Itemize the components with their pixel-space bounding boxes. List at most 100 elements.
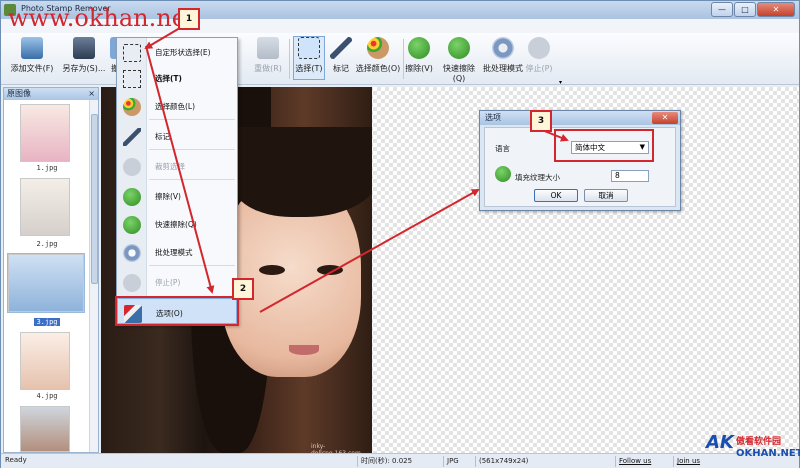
batch-mode-button[interactable]: 批处理模式 [483,37,523,74]
erase-run-icon [408,37,430,59]
menu-item-label: 擦除(V) [155,192,181,201]
dialog-close-button[interactable]: ✕ [652,112,678,124]
panel-close-icon[interactable]: × [88,88,95,100]
select-rect-icon [298,37,320,59]
select-color-button[interactable]: 选择颜色(O) [355,37,401,74]
erase-button[interactable]: 擦除(V) [405,37,433,74]
follow-us-link[interactable]: Follow us [615,456,669,467]
thumbnail-image[interactable] [20,332,70,390]
marker-button[interactable]: 标记 [329,37,353,74]
thumbnail-image[interactable] [20,178,70,236]
thumbnail-image[interactable] [20,104,70,162]
status-ready: Ready [5,456,27,464]
thumbnail-list: 1.jpg 2.jpg 3.jpg 4.jpg [4,100,90,452]
annotation-box-language [554,129,654,162]
thumbnail-label: 2.jpg [36,240,58,248]
toolbar-overflow-icon[interactable]: ▾ [559,79,562,86]
tools-menu: 自定形状选择(E) 选择(T) 选择颜色(L) 标记 裁剪选择 擦除(V) 快速… [115,37,239,326]
window-controls: — □ ✕ [711,2,795,17]
status-time: 时间(秒): 0.025 [357,456,439,467]
photo-eye [259,265,285,275]
ok-button[interactable]: OK [534,189,578,202]
menu-item-options[interactable]: 选项(O) [115,296,239,326]
quick-erase-label: 快速擦除(Q) [443,64,475,83]
save-as-icon [73,37,95,59]
brand-name-en: OKHAN.NET [736,448,800,459]
status-bar: Ready 时间(秒): 0.025 JPG (561x749x24) Foll… [1,453,799,468]
stop-button[interactable]: 停止(P) [525,37,553,74]
photo-mouth [289,345,319,355]
menu-item-freeform-select[interactable]: 自定形状选择(E) [117,38,237,66]
erase-run-icon [123,188,141,206]
redo-button[interactable]: 重做(R) [251,37,285,74]
quick-erase-icon [448,37,470,59]
menu-item-select-color[interactable]: 选择颜色(L) [117,92,237,120]
quick-erase-button[interactable]: 快速擦除(Q) [437,37,481,83]
maximize-button[interactable]: □ [734,2,756,17]
callout-1: 1 [178,8,200,30]
menu-item-batch-mode[interactable]: 批处理模式 [117,238,237,266]
thumbnail-label: 1.jpg [36,164,58,172]
minimize-button[interactable]: — [711,2,733,17]
scissors-icon [123,158,141,176]
redo-icon [257,37,279,59]
menu-item-label: 选择(T) [155,74,182,83]
brand-logo: AK 傲看软件园 OKHAN.NET [706,432,800,466]
stop-icon [123,274,141,292]
brand-mark: AK [706,432,734,453]
photo-bangs [231,127,372,217]
stop-label: 停止(P) [525,64,553,73]
thumbnail-image-selected[interactable] [7,253,85,313]
menu-item-select[interactable]: 选择(T) [117,64,237,92]
menu-item-quick-erase[interactable]: 快速擦除(Q) [117,210,237,238]
language-label: 语言 [495,144,510,153]
rect-select-icon [123,70,141,88]
options-tools-icon [124,305,142,323]
callout-3: 3 [530,110,552,132]
select-label: 选择(T) [295,64,323,73]
brand-name-cn: 傲看软件园 [736,437,782,447]
close-button[interactable]: ✕ [757,2,795,17]
select-button[interactable]: 选择(T) [293,36,325,80]
menu-item-label: 标记 [155,132,170,141]
texture-run-icon [495,166,511,182]
scrollbar-thumb[interactable] [91,114,98,284]
palette-icon [367,37,389,59]
add-file-button[interactable]: 添加文件(F) [9,37,55,74]
menu-item-label: 停止(P) [155,278,181,287]
menu-item-erase[interactable]: 擦除(V) [117,182,237,210]
texture-size-input[interactable]: 8 [611,170,649,182]
source-images-panel: 原图像 × 1.jpg 2.jpg 3.jpg 4.jpg [3,87,99,453]
select-color-label: 选择颜色(O) [355,64,401,73]
menu-item-label: 批处理模式 [155,248,193,257]
dialog-title: 选项 [480,111,680,125]
panel-header: 原图像 × [4,88,98,100]
thumbnail-image[interactable] [20,406,70,452]
palette-icon [123,98,141,116]
thumbnail-scrollbar[interactable] [89,100,98,452]
menu-divider [149,265,235,266]
photo-caption: inky-dollcng.163.com [311,443,361,453]
gear-icon [492,37,514,59]
toolbar-separator [289,39,290,79]
thumbnail-label-selected: 3.jpg [34,318,60,326]
menu-item-crop-selection[interactable]: 裁剪选择 [117,152,237,180]
status-dimensions: (561x749x24) [475,456,555,467]
erase-label: 擦除(V) [405,64,433,73]
menu-item-marker[interactable]: 标记 [117,122,237,150]
callout-2: 2 [232,278,254,300]
cancel-button[interactable]: 取消 [584,189,628,202]
marker-label: 标记 [333,64,349,73]
watermark-text: www.okhan.net [8,4,196,32]
photo-eye [317,265,343,275]
freeform-select-icon [123,44,141,62]
menu-divider [149,149,235,150]
save-as-button[interactable]: 另存为(S)... [61,37,107,74]
thumbnail-label: 4.jpg [36,392,58,400]
menu-item-label: 裁剪选择 [155,162,185,171]
menu-item-stop[interactable]: 停止(P) [117,268,237,296]
marker-pen-icon [123,128,141,146]
app-window: Photo Stamp Remover — □ ✕ 添加文件(F) 另存为(S)… [0,0,800,468]
menu-divider [149,179,235,180]
quick-erase-icon [123,216,141,234]
